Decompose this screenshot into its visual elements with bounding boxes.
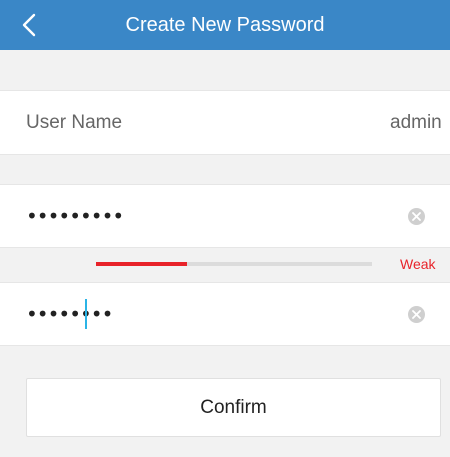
- user-name-label: User Name: [26, 112, 123, 133]
- clear-new-password-button[interactable]: [408, 208, 425, 225]
- strength-track: [96, 262, 372, 266]
- clear-circle-icon: [412, 310, 421, 319]
- password-strength-indicator: Weak: [0, 248, 450, 282]
- confirm-password-field[interactable]: ••••••••: [26, 283, 113, 345]
- new-password-field[interactable]: •••••••••: [26, 185, 124, 247]
- clear-confirm-password-button[interactable]: [408, 306, 425, 323]
- confirm-password-row[interactable]: ••••••••: [0, 282, 450, 346]
- clear-circle-icon: [412, 212, 421, 221]
- user-name-row: User Name admin: [0, 90, 450, 155]
- user-name-value: admin: [390, 112, 442, 133]
- page-title: Create New Password: [125, 14, 325, 36]
- strength-label: Weak: [400, 256, 436, 272]
- confirm-button[interactable]: Confirm: [26, 378, 441, 437]
- new-password-row[interactable]: •••••••••: [0, 184, 450, 248]
- header-bar: Create New Password: [0, 0, 450, 50]
- strength-fill: [96, 262, 188, 266]
- text-cursor: [85, 299, 87, 329]
